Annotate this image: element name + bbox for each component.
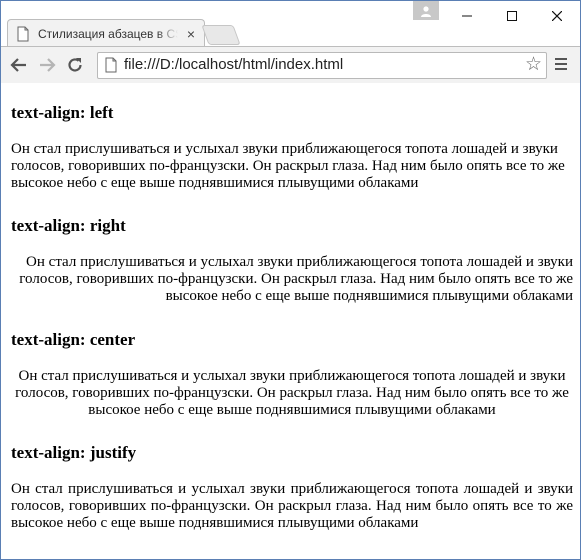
paragraph-right: Он стал прислушиваться и услыхал звуки п… [19,254,573,304]
star-icon[interactable]: ☆ [525,54,542,76]
section-heading: text-align: justify [11,443,137,462]
forward-arrow-icon[interactable] [37,55,57,75]
browser-window: Стилизация абзацев в CSS × file:///D:/lo… [0,0,581,560]
tab-title: Стилизация абзацев в CSS [38,26,178,41]
new-tab-button[interactable] [201,25,241,45]
minimize-button[interactable] [444,1,489,31]
back-arrow-icon[interactable] [9,55,29,75]
browser-toolbar: file:///D:/localhost/html/index.html ☆ [1,46,580,84]
document-icon [105,57,117,73]
user-icon[interactable] [413,1,439,20]
section-heading: text-align: left [11,103,114,122]
section-center: text-align: center Он стал прислушиватьс… [11,330,573,419]
page-content: text-align: left Он стал прислушиваться … [1,83,580,559]
paragraph-center: Он стал прислушиваться и услыхал звуки п… [15,368,569,418]
tab-close-icon[interactable]: × [184,26,198,42]
close-window-button[interactable] [534,1,579,31]
document-icon [17,26,29,41]
section-right: text-align: right Он стал прислушиваться… [11,216,573,305]
section-heading: text-align: center [11,330,136,349]
section-left: text-align: left Он стал прислушиваться … [11,103,573,192]
title-bar: Стилизация абзацев в CSS × [1,1,580,47]
paragraph-justify: Он стал прислушиваться и услыхал звуки п… [11,481,573,531]
section-heading: text-align: right [11,216,126,235]
reload-icon[interactable] [65,55,85,75]
hamburger-menu-icon[interactable] [553,56,569,74]
tab-active[interactable]: Стилизация абзацев в CSS × [7,19,205,47]
maximize-button[interactable] [489,1,534,31]
url-text: file:///D:/localhost/html/index.html [124,56,344,73]
section-justify: text-align: justify Он стал прислушивать… [11,443,573,532]
paragraph-left: Он стал прислушиваться и услыхал звуки п… [11,141,565,191]
address-bar[interactable]: file:///D:/localhost/html/index.html ☆ [97,52,547,79]
